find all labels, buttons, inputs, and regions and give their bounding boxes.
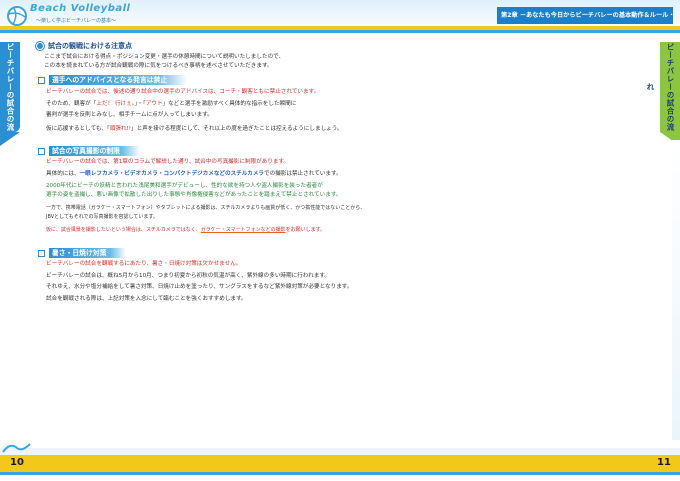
heat-line-4: 試合を観戦される際は、上記対策を入念にして臨むことを強くおすすめします。 <box>46 296 247 302</box>
photo-line-6: JBVとしてもそれでの写真撮影を容認しています。 <box>46 214 158 220</box>
subheading-heat: 暑さ・日焼け対策 <box>38 248 127 258</box>
bullet-circle-icon <box>36 42 44 50</box>
bullet-square-icon <box>38 76 45 84</box>
side-tab-left-arrow <box>0 132 20 146</box>
logo-text: Beach Volleyball <box>30 3 131 14</box>
bullet-square-icon <box>38 249 45 257</box>
bullet-square-icon <box>38 147 45 155</box>
wave-icon <box>2 443 31 453</box>
chapter-label: 第2章 －あなたも今日からビーチバレーの基本動作＆ルール・サイン <box>497 7 673 24</box>
advice-line-1: ビーチバレーの試合では、後述の通り試合中の選手のアドバイスは、コーチ・観客ともに… <box>46 89 320 95</box>
heat-line-1: ビーチバレーの試合を観戦するにあたり、暑さ・日焼け対策は欠かせません。 <box>46 261 242 267</box>
logo-subtitle: ～楽しく学ぶビーチバレーの基本～ <box>36 18 117 24</box>
photo-line-4: 選手の姿を盗撮し、悪い画像で拡散した出りした事態や肖像権侵害などがあったことを踏… <box>46 192 342 198</box>
footer-blue-stripe <box>0 472 680 475</box>
side-tab-right: ビーチバレーの試合の流れ <box>646 42 680 132</box>
photo-line-1: ビーチバレーの試合では、第1章のコラムで解説した通り、試合中の写真撮影に制限があ… <box>46 159 290 165</box>
page-number-left: 10 <box>10 457 24 468</box>
advice-line-4: 仮に応援するとしても、「頑張れ!!」と声を掛ける程度にして、それ以上の度を過ぎた… <box>46 126 343 132</box>
advice-line-2: そのため、観客が「上だ！ 行けぇ。」・「アウト」などと選手を激励すべく具体的な指… <box>46 101 297 107</box>
subheading-photo: 試合の写真撮影の制限 <box>38 146 140 156</box>
heat-line-3: それゆえ、水分や塩分補給をして暑さ対策、日焼け止めを塗ったり、サングラスをするな… <box>46 284 353 290</box>
subheading-advice: 選手へのアドバイスとなる発言は禁止 <box>38 75 188 85</box>
heat-line-2: ビーチバレーの試合は、概ね5月から10月、つまり初夏から初秋の気温が高く、紫外線… <box>46 273 330 279</box>
section-heading: 試合の観戦における注意点 <box>36 41 154 52</box>
footer-yellow-stripe <box>0 455 680 472</box>
right-margin-strip <box>672 140 680 440</box>
photo-line-2: 具体的には、一眼レフカメラ・ビデオカメラ・コンパクトデジカメなどのスチルカメラで… <box>46 171 342 177</box>
intro-line-1: ここまで試合における得点・ポジション変更・選手の休憩時間について説明いたしました… <box>44 54 285 60</box>
side-tab-left: ビーチバレーの試合の流れ <box>0 42 20 132</box>
photo-line-5: 一方で、携帯電話（ガラケー・スマートフォン）やタブレットによる撮影は、スチルカメ… <box>46 205 366 211</box>
page-number-right: 11 <box>657 457 671 468</box>
advice-line-3: 審判が選手を反則とみなし、相手チームに点が入ってしまいます。 <box>46 112 213 118</box>
header-blue-stripe <box>0 30 680 33</box>
logo: Beach Volleyball ～楽しく学ぶビーチバレーの基本～ <box>6 3 146 29</box>
volleyball-icon <box>7 6 27 26</box>
intro-line-2: この本を読まれている方が試合観戦の際に気をつけるべき事柄を述べさせていただきます… <box>44 63 273 69</box>
photo-line-7: 仮に、試合風景を撮影したいという場合は、スチルカメラではなく、ガラケー・スマート… <box>46 227 326 233</box>
photo-line-3: 2000年代にビーチの妖精と言われた浅尾美和選手がデビューし、性的な欲を持つ人や… <box>46 183 323 189</box>
